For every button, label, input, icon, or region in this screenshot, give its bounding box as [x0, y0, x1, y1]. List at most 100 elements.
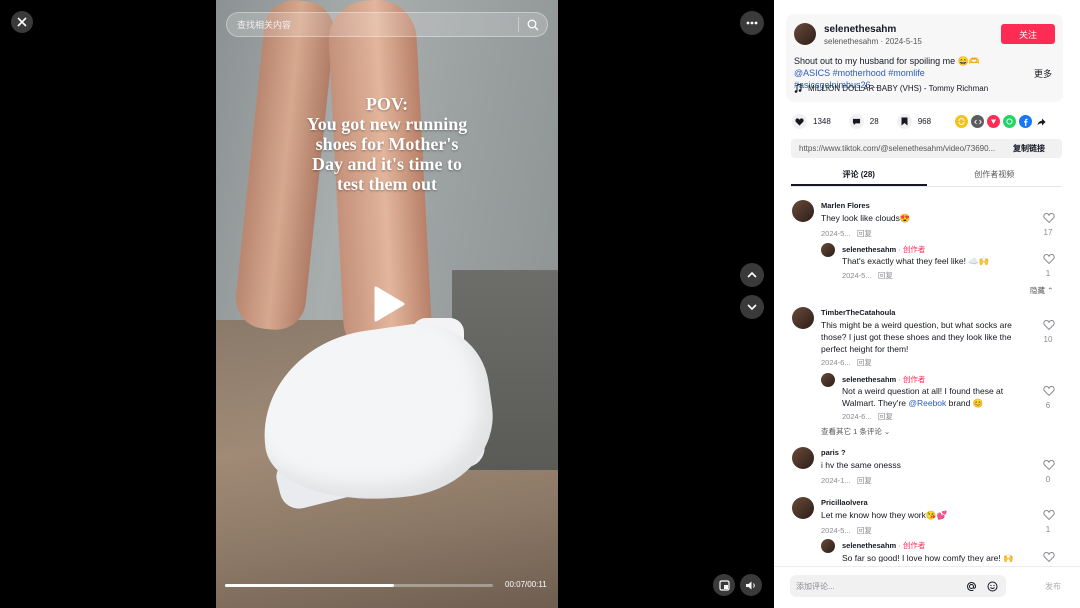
share-link-url[interactable]: https://www.tiktok.com/@selenethesahm/vi… [791, 144, 1003, 153]
details-panel: selenethesahm selenethesahm · 2024-5-15 … [774, 0, 1080, 608]
mini-player-icon [718, 579, 730, 591]
commenter-name[interactable]: selenethesahm · 创作者 [842, 244, 925, 255]
comment-date: 2024-5... [842, 271, 872, 280]
commenter-avatar[interactable] [792, 447, 814, 469]
heart-outline-icon[interactable] [1043, 460, 1055, 470]
comment-item: paris ? i hv the same onesss 2024-1... 回… [792, 447, 1062, 491]
search-icon[interactable] [519, 19, 547, 31]
commenter-avatar[interactable] [792, 307, 814, 329]
play-icon[interactable] [373, 286, 405, 322]
more-options-button[interactable] [740, 11, 764, 35]
heart-outline-icon[interactable] [1043, 320, 1055, 330]
search-placeholder: 查找相关内容 [237, 20, 292, 30]
search-bar[interactable]: 查找相关内容 [226, 12, 548, 37]
picture-in-picture-button[interactable] [713, 574, 735, 596]
hide-replies-button[interactable]: 隐藏 ⌃ [1030, 285, 1053, 296]
chevron-down-icon [747, 304, 757, 310]
video-player[interactable]: 查找相关内容 POV: You got new running shoes fo… [216, 0, 558, 608]
share-link-box: https://www.tiktok.com/@selenethesahm/vi… [791, 139, 1062, 158]
overlay-line: You got new running [306, 114, 468, 134]
volume-button[interactable] [740, 574, 762, 596]
like-stat[interactable]: 1348 [792, 114, 831, 129]
comment-meta: 2024-6... 回复 [821, 357, 872, 368]
author-avatar[interactable] [794, 23, 816, 45]
send-to-friend-icon[interactable] [987, 115, 1000, 128]
share-repost-icon[interactable] [955, 115, 968, 128]
reply-button[interactable]: 回复 [857, 526, 872, 535]
previous-video-button[interactable] [740, 263, 764, 287]
video-overlay-text: POV: You got new running shoes for Mothe… [274, 94, 500, 194]
caption-mention[interactable]: @ASICS [794, 68, 830, 78]
commenter-avatar[interactable] [821, 539, 835, 553]
reply-button[interactable]: 回复 [857, 358, 872, 367]
reply-button[interactable]: 回复 [878, 412, 893, 421]
comment-bubble-icon [848, 114, 864, 129]
commenter-name[interactable]: TimberTheCatahoula [821, 308, 895, 317]
emoji-icon[interactable] [985, 579, 999, 593]
comment-meta: 2024-5... 回复 [842, 270, 893, 281]
creator-badge: · 创作者 [896, 541, 926, 550]
commenter-name[interactable]: paris ? [821, 448, 846, 457]
follow-button[interactable]: 关注 [1001, 24, 1055, 44]
save-count: 968 [917, 117, 932, 126]
save-stat[interactable]: 968 [896, 114, 932, 129]
comment-meta: 2024-1... 回复 [821, 475, 872, 486]
overlay-line: Day and it's time to [312, 154, 462, 174]
next-video-button[interactable] [740, 295, 764, 319]
heart-outline-icon[interactable] [1043, 254, 1055, 264]
comment-date: 2024-5... [821, 526, 851, 535]
commenter-avatar[interactable] [792, 200, 814, 222]
comment-input[interactable]: 添加评论... [790, 575, 1006, 597]
heart-outline-icon[interactable] [1043, 213, 1055, 223]
caption-more-button[interactable]: 更多 [1034, 67, 1052, 80]
commenter-avatar[interactable] [792, 497, 814, 519]
heart-outline-icon[interactable] [1043, 552, 1055, 562]
commenter-name[interactable]: selenethesahm · 创作者 [842, 540, 925, 551]
comment-text: This might be a weird question, but what… [821, 320, 1012, 354]
embed-code-icon[interactable] [971, 115, 984, 128]
view-more-replies-button[interactable]: 查看其它 1 条评论 ⌄ [821, 426, 890, 437]
comment-mention[interactable]: @Reebok [908, 398, 946, 408]
comment-stat[interactable]: 28 [848, 114, 879, 129]
music-title: MILLION DOLLAR BABY (VHS) - Tommy Richma… [808, 84, 989, 93]
reply-button[interactable]: 回复 [878, 271, 893, 280]
tab-comments[interactable]: 评论 (28) [791, 167, 927, 186]
share-arrow-icon[interactable] [1035, 115, 1048, 128]
commenter-name[interactable]: Marlen Flores [821, 201, 870, 210]
commenter-name[interactable]: selenethesahm · 创作者 [842, 374, 925, 385]
reply-button[interactable]: 回复 [857, 476, 872, 485]
comment-text: They look like clouds😍 [821, 213, 911, 223]
comment-like-count: 1 [1045, 269, 1051, 278]
comment-item: Pricillaolvera Let me know how they work… [792, 497, 1062, 541]
bookmark-icon [896, 114, 912, 129]
commenter-name[interactable]: Pricillaolvera [821, 498, 868, 507]
heart-outline-icon[interactable] [1043, 510, 1055, 520]
video-time: 00:07/00:11 [505, 580, 547, 589]
video-progress-bar[interactable] [225, 584, 493, 587]
comment-text-part: brand 😊 [946, 398, 984, 408]
mention-icon[interactable] [964, 579, 978, 593]
commenter-avatar[interactable] [821, 243, 835, 257]
commenter-avatar[interactable] [821, 373, 835, 387]
author-name[interactable]: selenethesahm [824, 24, 896, 35]
comment-item: Marlen Flores They look like clouds😍 202… [792, 200, 1062, 244]
tab-creator-videos[interactable]: 创作者视频 [927, 167, 1063, 186]
comment-like-count: 1 [1045, 525, 1051, 534]
comment-like-count: 10 [1043, 335, 1053, 344]
more-horizontal-icon [746, 21, 758, 25]
music-info[interactable]: MILLION DOLLAR BABY (VHS) - Tommy Richma… [794, 84, 988, 93]
comment-text: Not a weird question at all! I found the… [842, 385, 1027, 409]
creator-badge: · 创作者 [896, 375, 926, 384]
close-icon [17, 17, 27, 27]
post-comment-button[interactable]: 发布 [1045, 581, 1061, 592]
reply-author: selenethesahm [842, 375, 897, 384]
heart-outline-icon[interactable] [1043, 386, 1055, 396]
whatsapp-icon[interactable] [1003, 115, 1016, 128]
engagement-stats: 1348 28 968 [792, 114, 949, 129]
copy-link-button[interactable]: 复制链接 [1003, 143, 1045, 154]
close-button[interactable] [11, 11, 33, 33]
facebook-icon[interactable] [1019, 115, 1032, 128]
reply-button[interactable]: 回复 [857, 229, 872, 238]
comment-text: Let me know how they work😘💕 [821, 510, 948, 520]
music-note-icon [794, 84, 802, 93]
